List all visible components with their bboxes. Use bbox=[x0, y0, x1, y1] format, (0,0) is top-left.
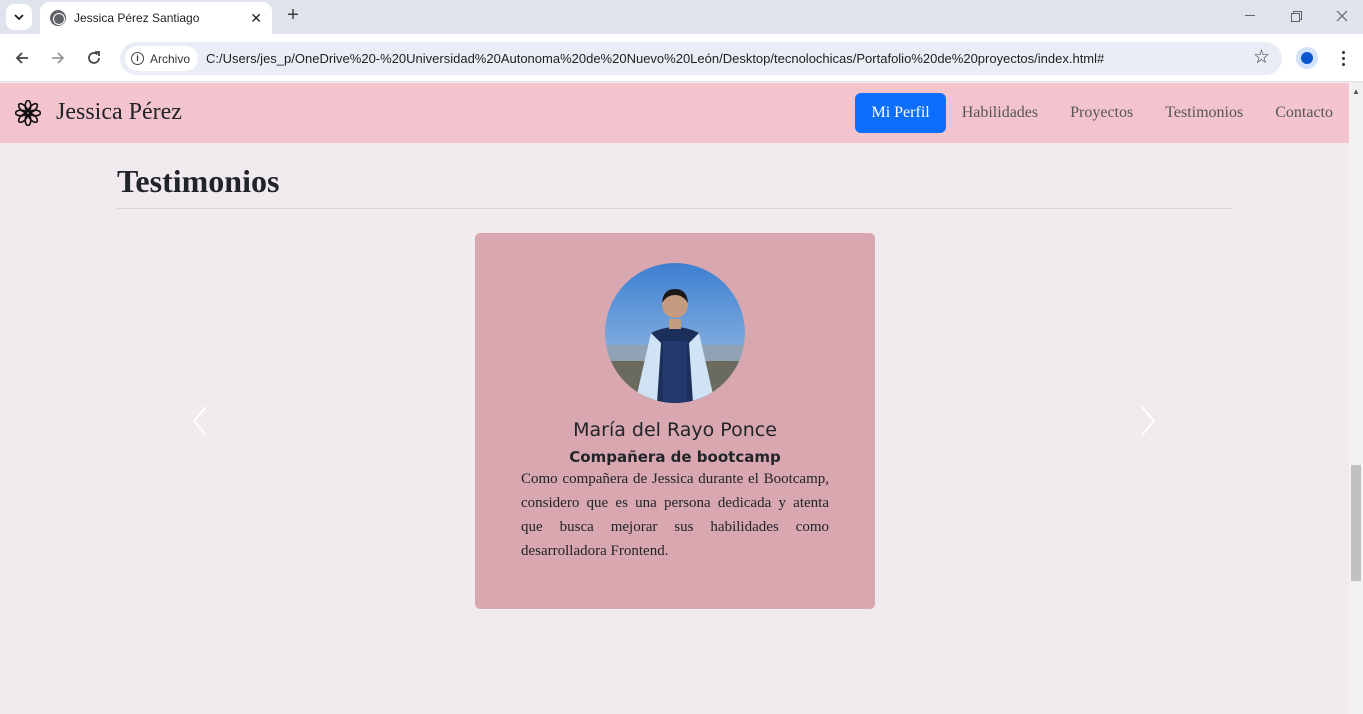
site-info-label: Archivo bbox=[150, 51, 191, 66]
scroll-up-icon[interactable]: ▲ bbox=[1352, 87, 1360, 96]
new-tab-button[interactable]: + bbox=[282, 4, 304, 28]
carousel-prev-button[interactable] bbox=[190, 401, 210, 441]
info-icon: i bbox=[131, 52, 144, 65]
brand-name[interactable]: Jessica Pérez bbox=[56, 99, 182, 126]
minimize-icon bbox=[1245, 15, 1255, 16]
browser-menu-button[interactable] bbox=[1335, 46, 1351, 70]
reload-button[interactable] bbox=[82, 46, 106, 70]
close-window-button[interactable] bbox=[1319, 0, 1363, 32]
testimonial-card: María del Rayo Ponce Compañera de bootca… bbox=[475, 233, 875, 609]
close-icon bbox=[1336, 10, 1348, 22]
chevron-right-icon bbox=[1141, 406, 1156, 436]
nav-links: Mi Perfil Habilidades Proyectos Testimon… bbox=[855, 93, 1349, 133]
arrow-right-icon bbox=[52, 52, 65, 64]
tab-search-button[interactable] bbox=[6, 4, 32, 30]
arrow-left-icon bbox=[15, 52, 28, 64]
page-viewport: Jessica Pérez Mi Perfil Habilidades Proy… bbox=[0, 83, 1349, 714]
page-scrollbar[interactable]: ▲ bbox=[1349, 83, 1363, 714]
nav-link-testimonios[interactable]: Testimonios bbox=[1149, 93, 1259, 133]
section-title: Testimonios bbox=[117, 163, 280, 199]
chevron-down-icon bbox=[14, 14, 24, 21]
browser-tab[interactable]: Jessica Pérez Santiago ✕ bbox=[40, 2, 272, 34]
close-tab-icon[interactable]: ✕ bbox=[250, 10, 262, 27]
bookmark-star-icon[interactable]: ☆ bbox=[1253, 46, 1270, 69]
minimize-button[interactable] bbox=[1227, 0, 1273, 32]
scrollbar-thumb[interactable] bbox=[1351, 465, 1361, 581]
flower-icon bbox=[15, 100, 41, 126]
site-info-chip[interactable]: i Archivo bbox=[125, 46, 199, 71]
restore-button[interactable] bbox=[1273, 0, 1319, 32]
back-button[interactable] bbox=[10, 46, 34, 70]
nav-link-mi-perfil[interactable]: Mi Perfil bbox=[855, 93, 946, 133]
reload-icon bbox=[88, 51, 100, 64]
browser-toolbar: i Archivo C:/Users/jes_p/OneDrive%20-%20… bbox=[0, 34, 1363, 82]
browser-tab-strip: Jessica Pérez Santiago ✕ + bbox=[0, 0, 1363, 34]
site-navbar: Jessica Pérez Mi Perfil Habilidades Proy… bbox=[0, 83, 1349, 143]
profile-button[interactable] bbox=[1296, 47, 1318, 69]
testimonial-quote: Como compañera de Jessica durante el Boo… bbox=[521, 471, 829, 559]
globe-icon bbox=[50, 10, 66, 26]
address-bar[interactable]: i Archivo C:/Users/jes_p/OneDrive%20-%20… bbox=[120, 42, 1282, 75]
nav-link-contacto[interactable]: Contacto bbox=[1259, 93, 1349, 133]
profile-icon bbox=[1301, 52, 1313, 64]
forward-button[interactable] bbox=[46, 46, 70, 70]
nav-link-proyectos[interactable]: Proyectos bbox=[1054, 93, 1149, 133]
tab-title: Jessica Pérez Santiago bbox=[74, 11, 200, 25]
testimonial-role: Compañera de bootcamp bbox=[569, 448, 781, 466]
section-divider bbox=[117, 208, 1232, 209]
restore-icon bbox=[1290, 10, 1302, 22]
testimonial-avatar bbox=[605, 263, 745, 403]
chevron-left-icon bbox=[192, 406, 207, 436]
testimonial-name: María del Rayo Ponce bbox=[573, 419, 777, 441]
url-text[interactable]: C:/Users/jes_p/OneDrive%20-%20Universida… bbox=[206, 51, 1282, 66]
carousel-next-button[interactable] bbox=[1138, 401, 1158, 441]
nav-link-habilidades[interactable]: Habilidades bbox=[946, 93, 1054, 133]
